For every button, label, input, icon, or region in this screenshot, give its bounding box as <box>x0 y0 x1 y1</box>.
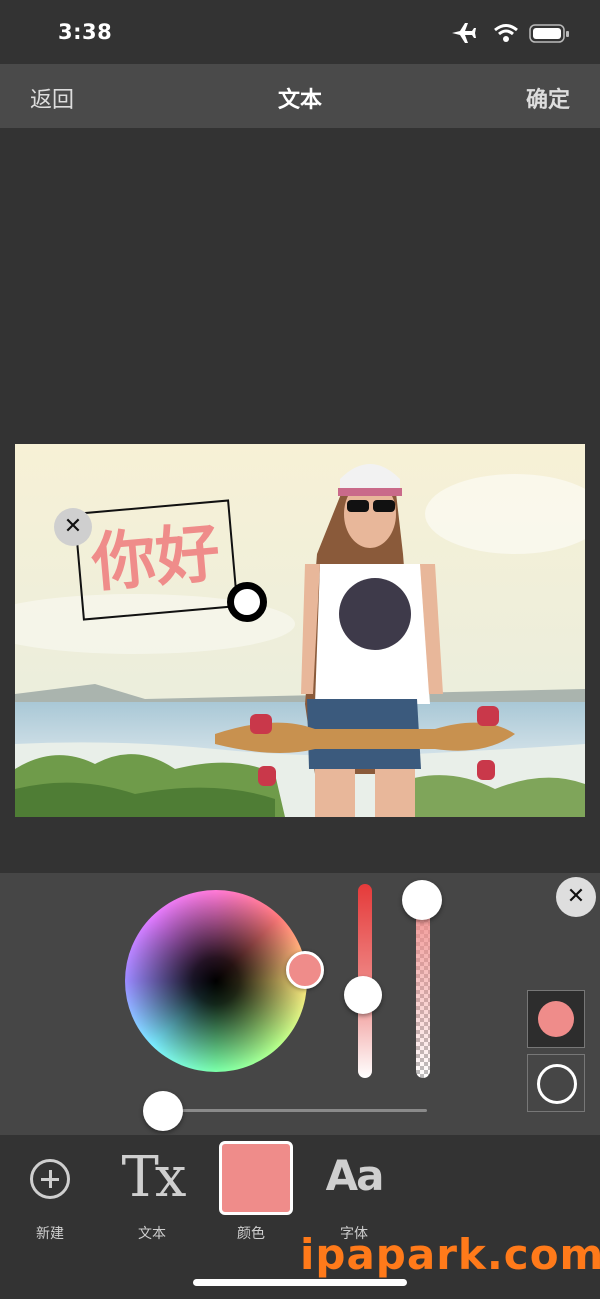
battery-icon <box>529 24 569 43</box>
fill-color-swatch[interactable] <box>527 990 585 1048</box>
tool-new-label: 新建 <box>36 1226 64 1242</box>
beach-photo <box>15 444 585 817</box>
size-slider-knob[interactable] <box>143 1091 183 1131</box>
font-aa-icon: Aa <box>325 1151 385 1200</box>
tool-color-label: 颜色 <box>237 1226 265 1242</box>
stroke-color-swatch[interactable] <box>527 1054 585 1112</box>
panel-close-button[interactable]: ✕ <box>556 877 596 917</box>
close-icon: ✕ <box>566 884 586 909</box>
sticker-rotate-handle[interactable] <box>227 582 267 622</box>
text-tx-icon: Tx <box>121 1145 187 1210</box>
page-title: 文本 <box>277 88 322 113</box>
close-icon: ✕ <box>63 514 83 539</box>
wifi-icon <box>494 24 518 42</box>
tool-text-label: 文本 <box>138 1226 166 1242</box>
fill-color-dot <box>538 1001 574 1037</box>
tool-new[interactable]: 新建 <box>0 1135 100 1255</box>
stroke-ring-icon <box>537 1064 577 1104</box>
add-circle-icon <box>30 1159 70 1199</box>
opacity-slider-knob[interactable] <box>402 880 442 920</box>
watermark: ipapark.com <box>300 1230 600 1279</box>
size-slider-track[interactable] <box>165 1109 427 1112</box>
confirm-button[interactable]: 确定 <box>526 82 570 114</box>
color-wheel[interactable] <box>125 890 307 1072</box>
sticker-delete-button[interactable]: ✕ <box>54 508 92 546</box>
color-wheel-knob[interactable] <box>286 951 324 989</box>
photo-canvas[interactable] <box>15 444 585 817</box>
brightness-slider-knob[interactable] <box>344 976 382 1014</box>
tool-color[interactable]: 颜色 <box>201 1135 301 1255</box>
text-sticker[interactable]: 你好 <box>73 499 239 621</box>
nav-bar: 返回 文本 确定 <box>0 64 600 128</box>
airplane-icon <box>452 23 476 43</box>
status-icons <box>452 23 569 43</box>
home-indicator[interactable] <box>193 1279 407 1286</box>
color-swatch-icon <box>219 1141 293 1215</box>
sticker-text: 你好 <box>88 516 223 602</box>
status-time: 3:38 <box>58 20 113 44</box>
tool-text[interactable]: Tx 文本 <box>102 1135 202 1255</box>
